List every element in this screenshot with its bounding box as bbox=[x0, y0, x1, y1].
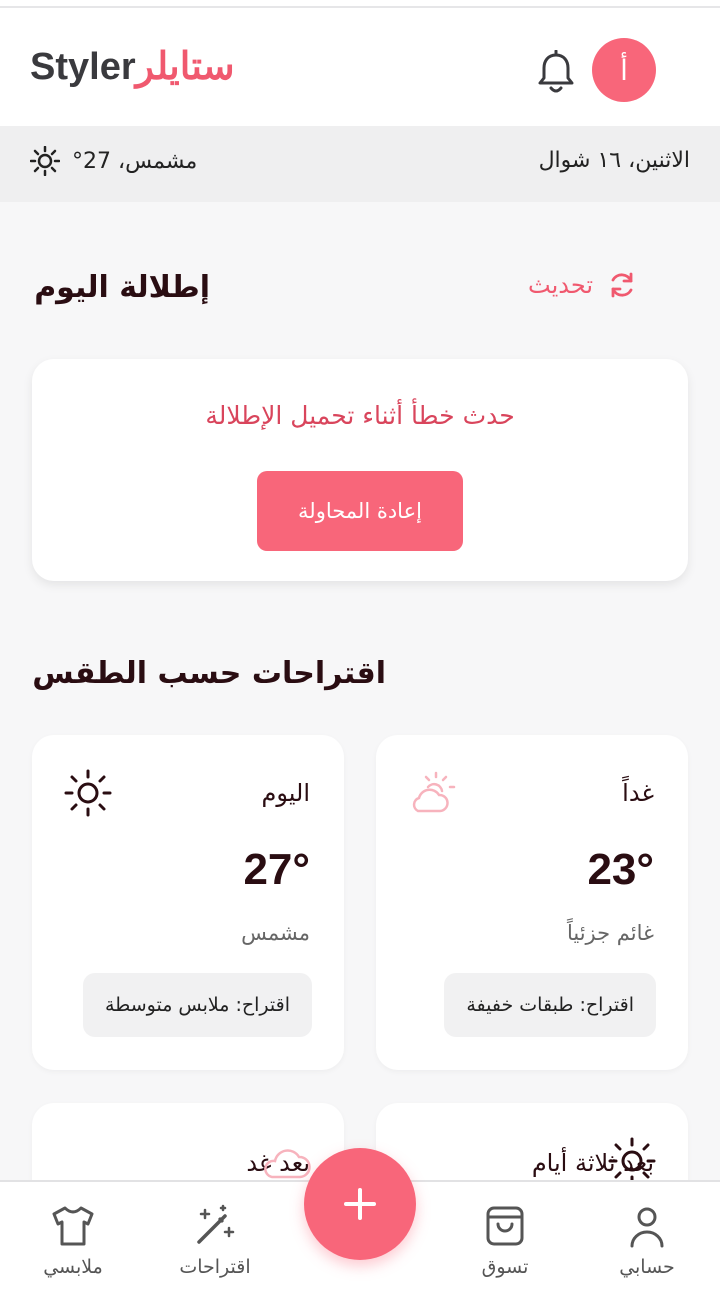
user-icon bbox=[630, 1207, 664, 1248]
sun-icon bbox=[30, 146, 60, 176]
plus-icon bbox=[344, 1188, 376, 1220]
shopping-bag-icon bbox=[486, 1206, 524, 1246]
error-message: حدث خطأ أثناء تحميل الإطلالة bbox=[205, 401, 515, 430]
nav-suggestions-label: اقتراحات bbox=[179, 1256, 251, 1278]
weather-condition: غائم جزئياً bbox=[566, 921, 654, 945]
outfit-section-title: إطلالة اليوم bbox=[34, 270, 210, 305]
add-button[interactable] bbox=[304, 1148, 416, 1260]
refresh-label: تحديث bbox=[528, 271, 594, 299]
bell-icon[interactable] bbox=[536, 50, 576, 96]
refresh-button[interactable]: تحديث bbox=[528, 270, 637, 300]
weather-temp: 23° bbox=[587, 845, 654, 894]
nav-shop-label: تسوق bbox=[481, 1256, 529, 1278]
retry-button[interactable]: إعادة المحاولة bbox=[257, 471, 463, 551]
weather-card-today[interactable]: اليوم 27° مشمس اقتراح: ملابس متوسطة bbox=[32, 735, 344, 1070]
nav-account-label: حسابي bbox=[619, 1256, 675, 1278]
weather-day: غداً bbox=[622, 779, 654, 807]
refresh-icon bbox=[611, 272, 633, 298]
nav-shop[interactable]: تسوق bbox=[450, 1204, 560, 1278]
sun-icon bbox=[64, 769, 112, 817]
avatar[interactable]: أ bbox=[592, 38, 656, 102]
current-weather-text: مشمس، 27° bbox=[72, 148, 198, 174]
weather-temp: 27° bbox=[243, 845, 310, 894]
weather-section-title: اقتراحات حسب الطقس bbox=[32, 656, 386, 691]
current-weather: مشمس، 27° bbox=[30, 146, 197, 176]
shirt-icon bbox=[52, 1206, 94, 1246]
current-date: الاثنين، ١٦ شوال bbox=[538, 148, 690, 173]
app-header: Stylerستايلر أ bbox=[0, 8, 720, 126]
nav-suggestions[interactable]: اقتراحات bbox=[160, 1204, 270, 1278]
outfit-error-card: حدث خطأ أثناء تحميل الإطلالة إعادة المحا… bbox=[32, 359, 688, 581]
weather-tip: اقتراح: طبقات خفيفة bbox=[444, 973, 656, 1037]
app-logo: Stylerستايلر bbox=[30, 46, 235, 88]
status-bar bbox=[0, 0, 720, 8]
partly-cloudy-icon bbox=[412, 771, 456, 813]
nav-clothes[interactable]: ملابسي bbox=[18, 1204, 128, 1278]
nav-clothes-label: ملابسي bbox=[43, 1256, 103, 1278]
weather-condition: مشمس bbox=[241, 921, 310, 945]
weather-card-tomorrow[interactable]: غداً 23° غائم جزئياً اقتراح: طبقات خفيفة bbox=[376, 735, 688, 1070]
nav-account[interactable]: حسابي bbox=[592, 1204, 702, 1278]
magic-wand-icon bbox=[197, 1204, 235, 1244]
weather-tip: اقتراح: ملابس متوسطة bbox=[82, 973, 312, 1037]
info-bar: الاثنين، ١٦ شوال مشمس، 27° bbox=[0, 126, 720, 202]
weather-day: اليوم bbox=[261, 779, 310, 807]
